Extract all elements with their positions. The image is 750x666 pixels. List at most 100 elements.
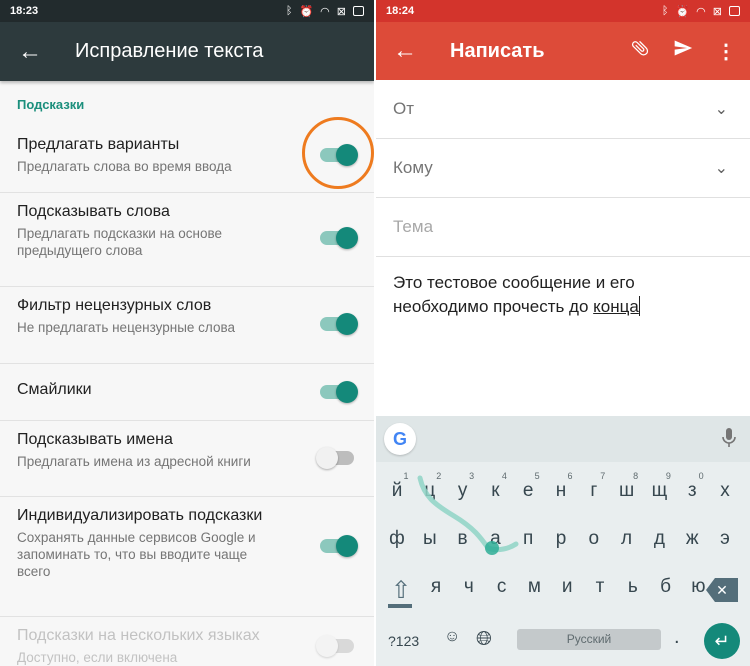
setting-row[interactable]: Индивидуализировать подсказки Сохранять д… <box>0 497 374 617</box>
setting-title: Индивидуализировать подсказки <box>17 507 263 524</box>
status-bar: 18:23 ᛒ ⏰ ◠ ⊠ <box>0 0 374 22</box>
key[interactable]: з <box>675 480 709 502</box>
key[interactable]: ь <box>616 576 650 598</box>
setting-title: Подсказывать имена <box>17 431 173 448</box>
setting-title: Фильтр нецензурных слов <box>17 297 212 314</box>
key-hint: 6 <box>567 471 573 481</box>
section-header: Подсказки <box>17 97 85 112</box>
key[interactable]: т <box>583 576 617 598</box>
bluetooth-icon: ᛒ <box>661 5 669 17</box>
key[interactable]: г <box>577 480 611 502</box>
key[interactable]: н <box>544 480 578 502</box>
setting-row: Подсказки на нескольких языках Доступно, … <box>0 617 374 666</box>
keyboard-bottom-row: ?123 ☺ 🌐︎ Русский . ↵ <box>376 620 750 662</box>
composing-word: конца <box>593 297 639 316</box>
app-bar: ← Исправление текста <box>0 22 374 81</box>
key[interactable]: с <box>485 576 519 598</box>
space-key[interactable]: Русский <box>517 629 661 650</box>
key-hint: 3 <box>469 471 475 481</box>
chevron-down-icon[interactable]: ⌄ <box>715 158 728 178</box>
toggle-knob <box>336 313 358 335</box>
key[interactable]: э <box>708 528 742 550</box>
key[interactable]: у <box>446 480 480 502</box>
toggle-knob <box>336 381 358 403</box>
google-search-button[interactable]: G <box>384 423 416 455</box>
paperclip-icon[interactable] <box>630 38 650 64</box>
toggle-knob <box>316 447 338 469</box>
microphone-icon[interactable] <box>722 428 736 453</box>
alarm-icon: ⏰ <box>299 5 314 18</box>
key-hint: 1 <box>403 471 409 481</box>
key[interactable]: й <box>380 480 414 502</box>
key[interactable]: о <box>577 528 611 550</box>
emoji-icon[interactable]: ☺ <box>444 628 460 646</box>
key-hint: 9 <box>665 471 671 481</box>
setting-row[interactable]: Подсказывать имена Предлагать имена из ад… <box>0 421 374 497</box>
key[interactable]: д <box>642 528 676 550</box>
toggle-switch[interactable] <box>320 313 358 335</box>
numbers-key[interactable]: ?123 <box>388 633 419 649</box>
toggle-switch[interactable] <box>316 447 354 469</box>
enter-key[interactable]: ↵ <box>704 623 740 659</box>
toggle-switch[interactable] <box>320 381 358 403</box>
setting-row[interactable]: Смайлики <box>0 364 374 421</box>
key[interactable]: ф <box>380 528 414 550</box>
from-label: От <box>393 99 415 118</box>
setting-subtitle: Сохранять данные сервисов Google и запом… <box>17 530 256 579</box>
toggle-knob <box>336 535 358 557</box>
send-icon[interactable] <box>672 38 694 64</box>
status-time: 18:23 <box>10 5 39 17</box>
key[interactable]: к <box>478 480 512 502</box>
key[interactable]: щ <box>642 480 676 502</box>
suggestion-strip: G <box>376 416 750 462</box>
key[interactable]: в <box>446 528 480 550</box>
setting-row[interactable]: Фильтр нецензурных слов Не предлагать нец… <box>0 287 374 364</box>
compose-screen: 18:24 ᛒ ⏰ ◠ ⊠ ← Написать ⋮ От ⌄ Кому ⌄ Т… <box>376 0 750 666</box>
key[interactable]: ц <box>413 480 447 502</box>
key-hint: 8 <box>633 471 639 481</box>
setting-row[interactable]: Подсказывать слова Предлагать подсказки н… <box>0 193 374 287</box>
subject-placeholder: Тема <box>393 217 434 236</box>
toggle-knob <box>316 635 338 657</box>
toggle-knob <box>336 227 358 249</box>
to-field[interactable]: Кому ⌄ <box>376 139 750 198</box>
text-caret <box>638 296 641 316</box>
page-title: Исправление текста <box>75 40 264 62</box>
key[interactable]: л <box>610 528 644 550</box>
key[interactable]: я <box>419 576 453 598</box>
alarm-icon: ⏰ <box>675 5 690 18</box>
key[interactable]: е <box>511 480 545 502</box>
toggle-switch[interactable] <box>320 535 358 557</box>
settings-screen: 18:23 ᛒ ⏰ ◠ ⊠ ← Исправление текста Подск… <box>0 0 374 666</box>
key[interactable]: р <box>544 528 578 550</box>
status-bar: 18:24 ᛒ ⏰ ◠ ⊠ <box>376 0 750 22</box>
wifi-icon: ◠ <box>696 5 706 18</box>
key[interactable]: ч <box>452 576 486 598</box>
app-bar: ← Написать ⋮ <box>376 22 750 80</box>
toggle-switch[interactable] <box>320 227 358 249</box>
key[interactable]: ш <box>610 480 644 502</box>
message-body[interactable]: Это тестовое сообщение и его необходимо … <box>393 271 723 319</box>
body-line-1: Это тестовое сообщение и его <box>393 273 635 292</box>
key[interactable]: б <box>649 576 683 598</box>
key[interactable]: а <box>478 528 512 550</box>
key[interactable]: и <box>550 576 584 598</box>
key[interactable]: ж <box>675 528 709 550</box>
no-sim-icon: ⊠ <box>712 5 722 18</box>
shift-key[interactable]: ⇧ <box>388 576 414 604</box>
key-hint: 5 <box>534 471 540 481</box>
key[interactable]: ы <box>413 528 447 550</box>
subject-field[interactable]: Тема <box>376 198 750 257</box>
key[interactable]: м <box>517 576 551 598</box>
key-hint: 7 <box>600 471 606 481</box>
toggle-switch <box>316 635 354 657</box>
chevron-down-icon[interactable]: ⌄ <box>715 99 728 119</box>
period-key[interactable]: . <box>674 626 680 649</box>
key[interactable]: х <box>708 480 742 502</box>
globe-icon[interactable]: 🌐︎ <box>476 628 492 651</box>
back-arrow-icon[interactable]: ← <box>0 38 60 66</box>
back-arrow-icon[interactable]: ← <box>376 37 434 65</box>
more-vert-icon[interactable]: ⋮ <box>716 39 736 64</box>
from-field[interactable]: От ⌄ <box>376 80 750 139</box>
key[interactable]: п <box>511 528 545 550</box>
